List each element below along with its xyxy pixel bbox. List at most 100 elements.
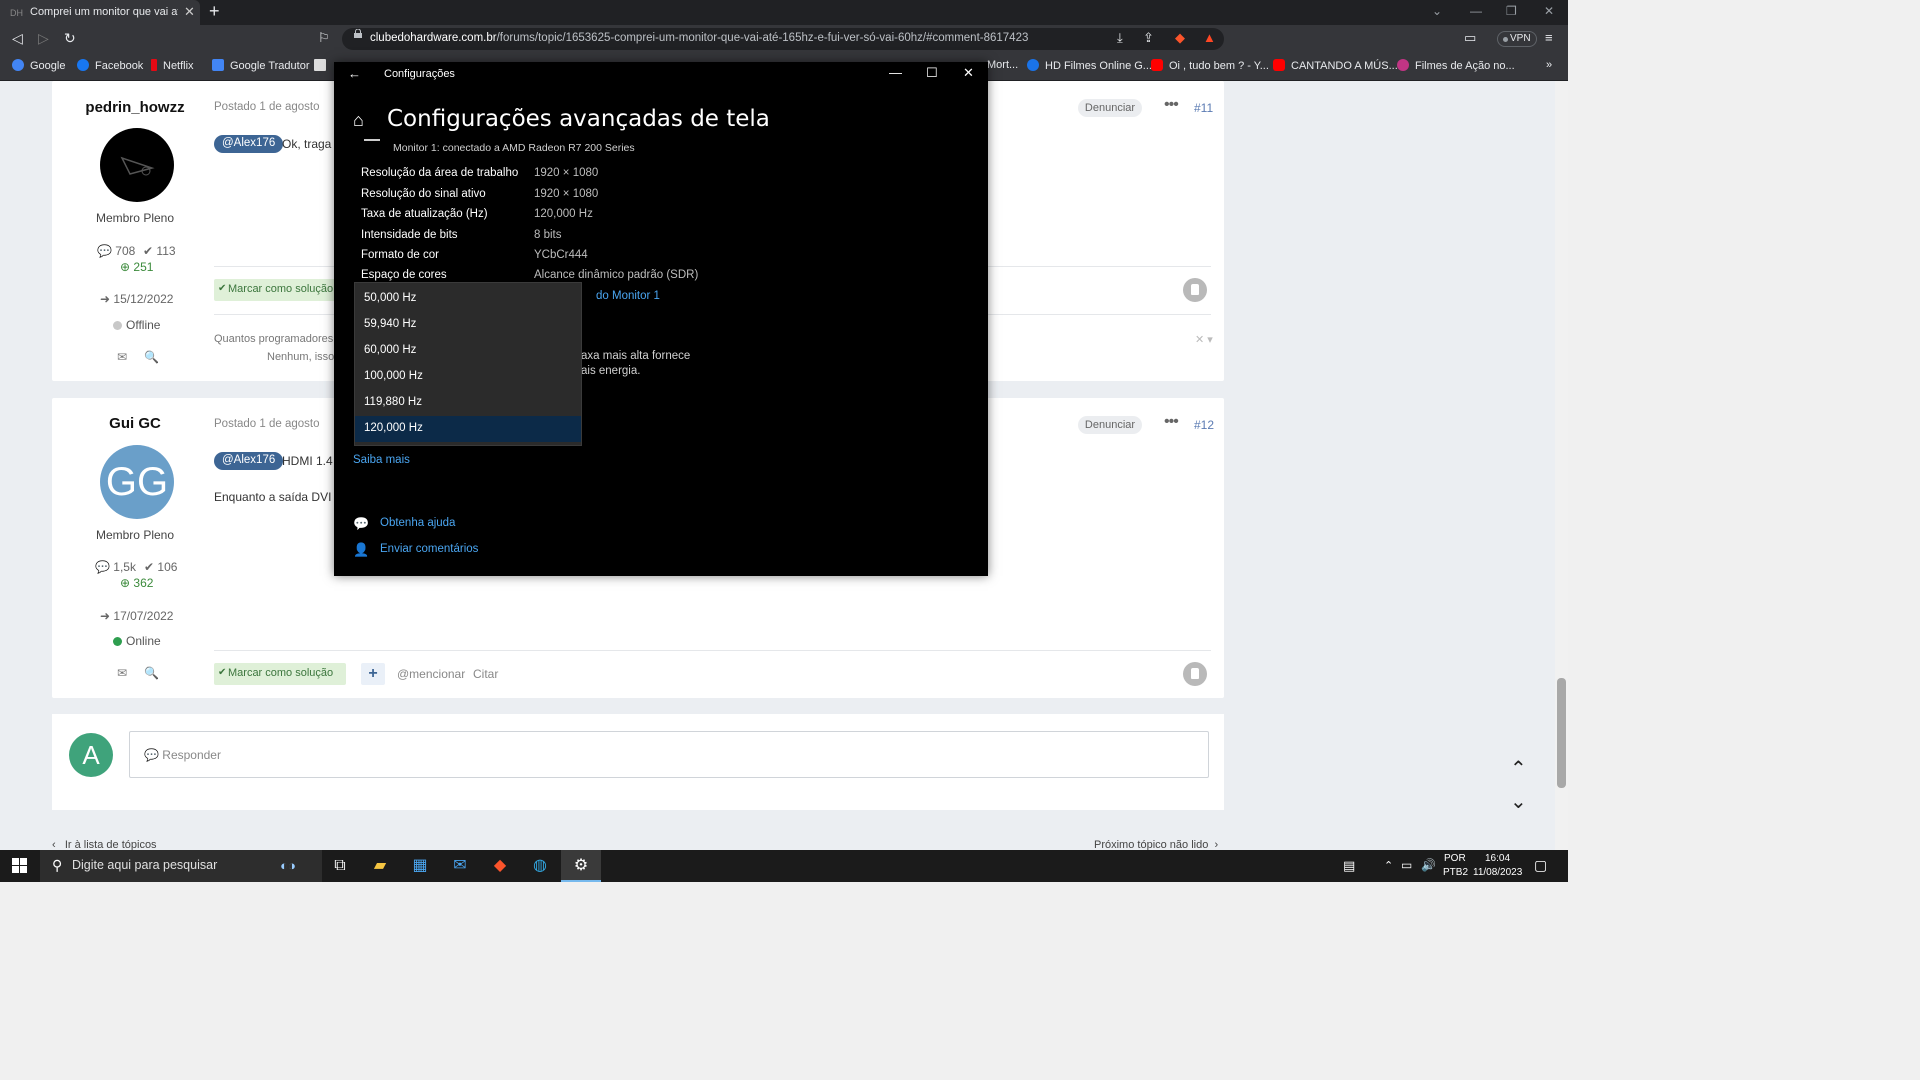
tab-close-icon[interactable]: ✕: [184, 4, 195, 20]
post-number-link[interactable]: #12: [1194, 418, 1214, 432]
dropdown-option[interactable]: 59,940 Hz: [355, 312, 581, 338]
report-button[interactable]: Denunciar: [1078, 99, 1142, 117]
settings-app-icon[interactable]: ⚙: [561, 850, 601, 882]
bookmark-filmes-acao[interactable]: Filmes de Ação no...: [1397, 59, 1515, 72]
windows-start-icon[interactable]: [12, 858, 27, 873]
search-user-icon[interactable]: 🔍: [144, 666, 159, 680]
mark-solution-button[interactable]: Marcar como solução: [214, 279, 346, 301]
microsoft-store-icon[interactable]: ▦: [400, 850, 440, 882]
bookmark-facebook[interactable]: Facebook: [77, 59, 143, 72]
home-icon[interactable]: ⌂: [353, 110, 364, 131]
quote-button[interactable]: Citar: [473, 667, 498, 681]
bookmark-youtube-1[interactable]: Oi , tudo bem ? - Y...: [1151, 59, 1269, 72]
close-icon[interactable]: ✕: [963, 65, 974, 81]
taskbar-search-placeholder[interactable]: Digite aqui para pesquisar: [72, 858, 217, 872]
brave-shields-icon[interactable]: ◆: [1175, 30, 1185, 46]
user-rank: Membro Pleno: [95, 211, 175, 225]
maximize-icon[interactable]: ☐: [926, 65, 938, 81]
clock-date[interactable]: 11/08/2023: [1473, 867, 1522, 878]
send-feedback-link[interactable]: Enviar comentários: [380, 543, 478, 555]
scroll-down-icon[interactable]: ⌄: [1510, 789, 1527, 814]
monitor-icon: [364, 138, 380, 141]
language-indicator[interactable]: POR: [1444, 853, 1466, 864]
report-button[interactable]: Denunciar: [1078, 416, 1142, 434]
adapter-properties-link[interactable]: do Monitor 1: [596, 290, 660, 302]
file-explorer-icon[interactable]: ▰: [360, 850, 400, 882]
like-icon[interactable]: [1183, 662, 1207, 686]
url-text[interactable]: clubedohardware.com.br/forums/topic/1653…: [370, 32, 1028, 44]
menu-icon[interactable]: ≡: [1545, 30, 1553, 45]
avatar[interactable]: GG: [100, 445, 174, 519]
tab-search-icon[interactable]: ⌄: [1432, 4, 1442, 18]
new-tab-button[interactable]: +: [209, 1, 220, 22]
search-user-icon[interactable]: 🔍: [144, 350, 159, 364]
brave-browser-icon[interactable]: ◆: [480, 850, 520, 882]
bookmark-hd-filmes[interactable]: HD Filmes Online G...: [1027, 59, 1152, 72]
notifications-icon[interactable]: ▢: [1534, 857, 1547, 874]
browser-tab-active[interactable]: DH Comprei um monitor que vai até ✕: [0, 0, 200, 25]
refresh-rate-dropdown[interactable]: 50,000 Hz 59,940 Hz 60,000 Hz 100,000 Hz…: [354, 282, 582, 446]
mail-icon[interactable]: ✉: [440, 850, 480, 882]
clock-time[interactable]: 16:04: [1485, 853, 1510, 864]
scroll-up-icon[interactable]: ⌃: [1510, 756, 1527, 781]
post-number-link[interactable]: #11: [1194, 101, 1213, 115]
next-topic-link[interactable]: Próximo tópico não lido ›: [1094, 839, 1218, 850]
restore-icon[interactable]: ❐: [1506, 4, 1517, 18]
forward-icon[interactable]: ▷: [38, 30, 49, 47]
volume-icon[interactable]: 🔊: [1421, 858, 1436, 872]
wallet-icon[interactable]: ▭: [1464, 30, 1476, 46]
search-highlight-icon[interactable]: ◐◑: [258, 850, 318, 882]
bookmark-icon[interactable]: ⚐: [318, 30, 330, 46]
get-help-link[interactable]: Obtenha ajuda: [380, 517, 455, 529]
bookmarks-overflow-button[interactable]: »: [1546, 59, 1552, 71]
signature-toggle-icon[interactable]: ✕ ▾: [1195, 333, 1213, 346]
mention-tag[interactable]: @Alex176: [214, 452, 284, 470]
dropdown-option[interactable]: 100,000 Hz: [355, 364, 581, 390]
learn-more-link[interactable]: Saiba mais: [353, 454, 410, 466]
edge-browser-icon[interactable]: ◍: [520, 850, 560, 882]
dropdown-option[interactable]: 50,000 Hz: [355, 286, 581, 312]
page-scrollbar[interactable]: [1555, 81, 1568, 850]
keyboard-layout-indicator[interactable]: PTB2: [1443, 867, 1468, 878]
task-view-icon[interactable]: ⧉: [320, 850, 360, 882]
reload-icon[interactable]: ↻: [64, 30, 76, 47]
post-date[interactable]: Postado 1 de agosto: [214, 101, 320, 113]
bookmark-partial[interactable]: [314, 59, 332, 72]
mention-button[interactable]: @mencionar: [397, 667, 465, 681]
minimize-icon[interactable]: —: [1470, 4, 1482, 18]
minimize-icon[interactable]: —: [889, 65, 902, 80]
close-window-icon[interactable]: ✕: [1544, 4, 1554, 18]
back-to-topics-link[interactable]: ‹ Ir à lista de tópicos: [52, 839, 157, 850]
mark-solution-button[interactable]: Marcar como solução: [214, 663, 346, 685]
message-icon[interactable]: ✉: [117, 666, 127, 680]
dropdown-option-selected[interactable]: 120,000 Hz: [355, 416, 581, 442]
bookmark-mort[interactable]: Mort...: [987, 59, 1018, 71]
back-icon[interactable]: ◁: [12, 30, 23, 47]
show-hidden-icons-icon[interactable]: ⌃: [1384, 859, 1393, 872]
back-arrow-icon[interactable]: ←: [348, 66, 361, 81]
bookmark-youtube-2[interactable]: CANTANDO A MÚS...: [1273, 59, 1398, 72]
brave-rewards-icon[interactable]: ▲: [1203, 30, 1216, 45]
bookmark-google[interactable]: Google: [12, 59, 65, 72]
dropdown-option[interactable]: 60,000 Hz: [355, 338, 581, 364]
install-icon[interactable]: ⤓: [1117, 30, 1123, 46]
tray-app-icon[interactable]: ▤: [1343, 858, 1355, 874]
more-options-icon[interactable]: •••: [1164, 96, 1179, 114]
reply-input[interactable]: 💬 Responder: [129, 731, 1209, 778]
mention-tag[interactable]: @Alex176: [214, 135, 284, 153]
more-options-icon[interactable]: •••: [1164, 413, 1179, 431]
dropdown-option[interactable]: 119,880 Hz: [355, 390, 581, 416]
post-author[interactable]: Gui GC: [52, 415, 218, 432]
avatar[interactable]: [100, 128, 174, 202]
bookmark-netflix[interactable]: Netflix: [151, 59, 194, 72]
post-author[interactable]: pedrin_howzz: [52, 99, 218, 116]
network-icon[interactable]: ▭: [1401, 858, 1412, 872]
like-icon[interactable]: [1183, 278, 1207, 302]
share-icon[interactable]: ⇪: [1143, 30, 1154, 46]
bookmark-google-tradutor[interactable]: Google Tradutor: [212, 59, 310, 72]
multiquote-plus-icon[interactable]: +: [361, 663, 385, 685]
message-icon[interactable]: ✉: [117, 350, 127, 364]
vpn-button[interactable]: VPN: [1497, 31, 1537, 47]
scrollbar-thumb[interactable]: [1557, 678, 1566, 788]
post-date[interactable]: Postado 1 de agosto: [214, 418, 320, 430]
